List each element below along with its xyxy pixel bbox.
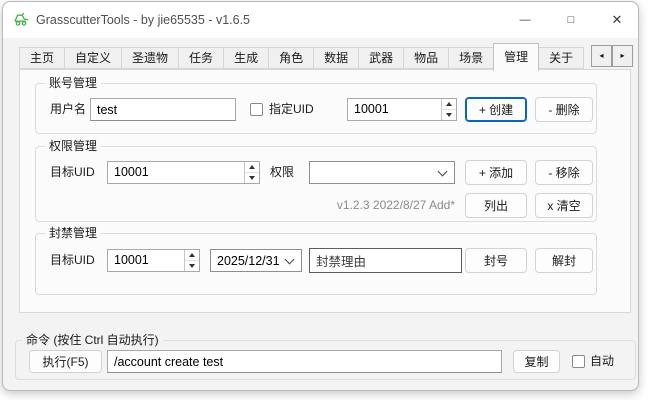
ban-reason-input[interactable]	[309, 248, 462, 273]
list-permissions-button[interactable]: 列出	[465, 193, 527, 218]
perm-uid-spinner[interactable]: 10001	[107, 161, 260, 184]
tab-item[interactable]: 物品	[403, 47, 449, 69]
ban-uid-spinner[interactable]: 10001	[107, 249, 200, 272]
spinner-up-button[interactable]	[185, 250, 199, 261]
chevron-down-icon	[438, 166, 448, 176]
permission-group-title: 权限管理	[45, 138, 101, 154]
minimize-icon: —	[520, 14, 531, 26]
scroll-right-icon: ▸	[620, 52, 624, 60]
unban-button[interactable]: 解封	[535, 248, 593, 273]
maximize-button[interactable]: □	[548, 2, 594, 38]
triangle-down-icon	[249, 176, 255, 180]
auto-run-label[interactable]: 自动	[590, 350, 614, 373]
tab-strip: 主页 自定义 圣遗物 任务 生成 角色 数据 武器 物品 场景 管理 关于	[19, 43, 583, 71]
tab-quest[interactable]: 任务	[178, 47, 224, 69]
app-window: GrasscutterTools - by jie65535 - v1.6.5 …	[2, 1, 639, 391]
tab-management-active[interactable]: 管理	[493, 43, 539, 71]
account-group-title: 账号管理	[45, 75, 101, 91]
close-button[interactable]: ✕	[594, 2, 640, 38]
account-uid-value: 10001	[348, 99, 441, 120]
tab-about[interactable]: 关于	[538, 47, 584, 69]
tab-data[interactable]: 数据	[313, 47, 359, 69]
ban-date-picker[interactable]: 2025/12/31	[210, 249, 302, 272]
management-tab-page: 账号管理 用户名 指定UID 10001 + 创建 - 删除 权限管理 目标UI…	[19, 69, 631, 313]
spinner-down-button[interactable]	[442, 110, 456, 120]
run-command-button[interactable]: 执行(F5)	[29, 350, 102, 373]
username-input[interactable]	[90, 98, 236, 121]
ban-group-title: 封禁管理	[45, 225, 101, 241]
spinner-down-button[interactable]	[185, 261, 199, 271]
permission-label: 权限	[270, 161, 294, 184]
command-group-title: 命令 (按住 Ctrl 自动执行)	[22, 332, 163, 348]
triangle-up-icon	[189, 253, 195, 257]
scroll-left-icon: ◂	[599, 52, 603, 60]
close-icon: ✕	[612, 12, 623, 28]
tab-scene[interactable]: 场景	[448, 47, 494, 69]
tab-artifact[interactable]: 圣遗物	[121, 47, 179, 69]
spinner-arrows	[441, 99, 456, 120]
ban-button[interactable]: 封号	[465, 248, 527, 273]
specify-uid-label[interactable]: 指定UID	[269, 98, 314, 121]
spinner-arrows	[244, 162, 259, 183]
ban-uid-value: 10001	[108, 250, 184, 271]
minimize-button[interactable]: —	[502, 2, 548, 38]
specify-uid-checkbox[interactable]	[250, 103, 263, 116]
account-uid-spinner[interactable]: 10001	[347, 98, 457, 121]
perm-uid-value: 10001	[108, 162, 244, 183]
perm-target-uid-label: 目标UID	[50, 161, 95, 184]
tab-custom[interactable]: 自定义	[64, 47, 122, 69]
copy-command-button[interactable]: 复制	[513, 350, 560, 373]
command-group: 命令 (按住 Ctrl 自动执行) 执行(F5) 复制 自动	[15, 340, 636, 380]
spinner-down-button[interactable]	[245, 173, 259, 183]
maximize-icon: □	[568, 14, 575, 26]
triangle-up-icon	[249, 165, 255, 169]
permission-version-note: v1.2.3 2022/8/27 Add*	[220, 198, 455, 212]
command-input[interactable]	[107, 350, 502, 373]
spinner-up-button[interactable]	[245, 162, 259, 173]
delete-account-button[interactable]: - 删除	[535, 97, 593, 122]
tab-spawn[interactable]: 生成	[223, 47, 269, 69]
chevron-down-icon	[285, 254, 295, 264]
triangle-up-icon	[446, 102, 452, 106]
ban-date-value: 2025/12/31	[217, 254, 280, 268]
screenshot-stage: GrasscutterTools - by jie65535 - v1.6.5 …	[0, 0, 650, 400]
clear-permissions-button[interactable]: x 清空	[535, 193, 593, 218]
username-label: 用户名	[50, 98, 86, 121]
remove-permission-button[interactable]: - 移除	[535, 160, 593, 185]
create-account-button[interactable]: + 创建	[465, 97, 527, 122]
tab-scroll-right-button[interactable]: ▸	[612, 45, 633, 67]
triangle-down-icon	[189, 264, 195, 268]
auto-run-checkbox[interactable]	[572, 355, 585, 368]
tab-home[interactable]: 主页	[19, 47, 65, 69]
spinner-arrows	[184, 250, 199, 271]
spinner-up-button[interactable]	[442, 99, 456, 110]
window-title: GrasscutterTools - by jie65535 - v1.6.5	[36, 2, 250, 38]
tab-avatar[interactable]: 角色	[268, 47, 314, 69]
grasscutter-cart-icon	[13, 11, 30, 28]
permission-combobox[interactable]	[309, 161, 455, 184]
add-permission-button[interactable]: + 添加	[465, 160, 527, 185]
tab-weapon[interactable]: 武器	[358, 47, 404, 69]
ban-target-uid-label: 目标UID	[50, 249, 95, 272]
triangle-down-icon	[446, 113, 452, 117]
titlebar: GrasscutterTools - by jie65535 - v1.6.5 …	[3, 2, 638, 38]
tab-scroll-left-button[interactable]: ◂	[591, 45, 612, 67]
